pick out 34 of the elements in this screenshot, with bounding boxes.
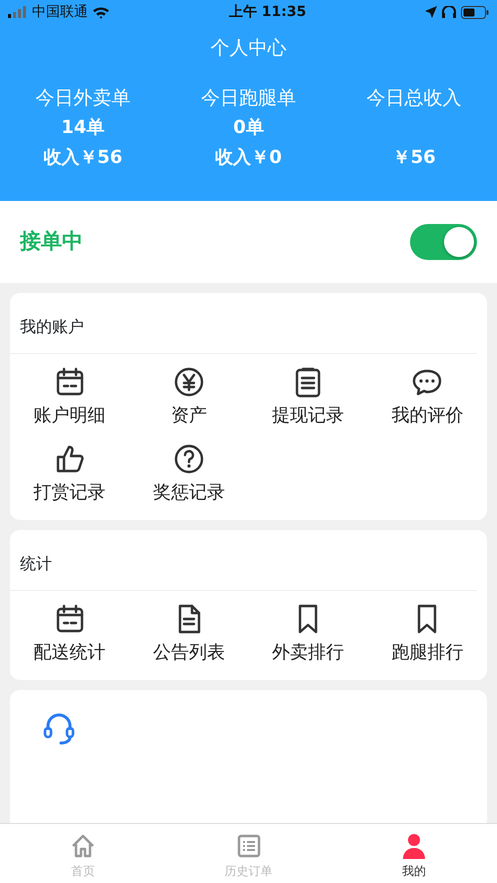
order-count: 14单 (60, 116, 106, 140)
battery-icon (461, 6, 489, 18)
accepting-label: 接单中 (20, 228, 83, 256)
accepting-toggle[interactable] (410, 224, 477, 260)
menu-item[interactable]: 提现记录 (248, 366, 368, 429)
menu-item[interactable]: 资产 (129, 366, 248, 429)
stat-label: 今日总收入 (366, 86, 463, 110)
clock-time: 上午 11:35 (228, 2, 306, 22)
section-title: 统计 (10, 530, 477, 591)
income-amount: 收入￥0 (214, 146, 283, 170)
stat-label: 今日跑腿单 (200, 86, 297, 110)
menu-item[interactable]: 配送统计 (10, 603, 130, 666)
menu-item[interactable]: 我的评价 (368, 366, 487, 429)
section-title: 我的账户 (10, 293, 477, 354)
menu-item[interactable]: 外卖排行 (248, 603, 368, 666)
headphones-icon (441, 6, 457, 18)
signal-icon (8, 6, 28, 18)
headset-icon (42, 712, 76, 746)
tab-item[interactable]: 我的 (331, 824, 497, 883)
menu-item[interactable]: 账户明细 (10, 366, 130, 429)
menu-item[interactable]: 跑腿排行 (368, 603, 487, 666)
location-icon (425, 6, 437, 18)
yen-icon (172, 366, 205, 398)
help-icon (172, 443, 205, 475)
menu-item[interactable]: 公告列表 (129, 603, 248, 666)
menu-item[interactable]: 打赏记录 (10, 443, 130, 506)
income-amount: ￥56 (392, 146, 437, 170)
wifi-icon (92, 6, 110, 18)
page-title: 个人中心 (210, 36, 288, 61)
order-count: 0单 (232, 116, 265, 140)
stat-label: 今日外卖单 (34, 86, 132, 110)
income-amount: 收入￥56 (42, 146, 124, 170)
menu-item[interactable]: 奖惩记录 (129, 443, 248, 506)
carrier-name: 中国联通 (32, 2, 88, 22)
